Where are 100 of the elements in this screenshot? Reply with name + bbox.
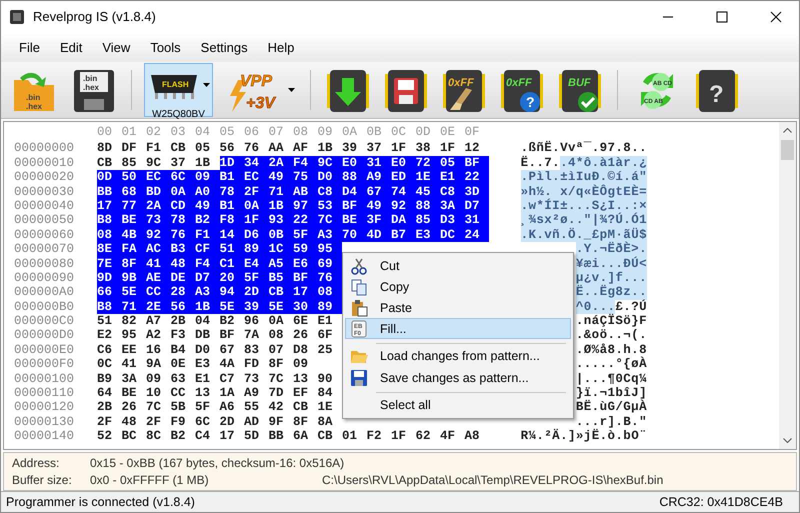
menu-item[interactable]: View [92,40,140,54]
hex-byte: 49 [268,170,293,185]
hex-byte: 49 [366,198,391,214]
hex-byte: 7D [268,386,285,400]
hex-byte: 51 [97,314,114,328]
hex-byte: 93 [268,213,293,228]
hex-byte: 78 [170,213,195,228]
hex-byte: 82 [122,314,138,328]
hex-byte: E6 [293,256,318,271]
scroll-down-icon[interactable] [783,438,792,443]
hex-byte: C7 [220,372,236,386]
toolbar-button[interactable]: .bin .hex [7,63,61,117]
hex-byte: 5D [244,429,260,444]
hex-byte: 0C [97,357,114,372]
hex-byte: 6E [293,314,310,328]
toolbar-button[interactable]: 0xFF ? [497,63,547,117]
hex-byte: 8C [146,429,162,444]
column-header: 0C [391,125,408,140]
scrollbar[interactable] [779,122,796,449]
buffer-size-label: Buffer size: [12,473,73,487]
hex-byte: 26 [293,328,310,343]
hex-byte: E4 [244,256,268,271]
hex-byte: 76 [244,141,260,156]
hex-byte: D8 [293,342,310,358]
toolbar-button[interactable]: ? [692,63,742,117]
menu-item[interactable]: Copy [345,276,571,297]
scroll-thumb[interactable] [781,140,794,160]
ascii-text: .....°{øÀ [576,357,647,372]
hex-byte: 1B [195,156,212,170]
menu-item[interactable]: Paste [345,297,571,318]
menu-item[interactable]: Cut [345,255,571,276]
row-address: 00000000 [14,141,76,156]
hex-byte: BD [146,184,170,199]
hex-byte: 74 [391,184,416,199]
hex-byte: 50 [122,170,146,185]
menu-item[interactable]: Tools [140,40,191,54]
hex-byte: 9D [97,270,122,286]
icon-label: +3V [246,95,275,112]
row-address: 000000D0 [14,328,76,343]
row-address: 00000030 [14,184,76,199]
icon-label: 0xFF [448,77,474,89]
hex-byte: 1F [391,429,408,444]
ascii-text: £.?Ú [615,300,647,314]
menu-item[interactable]: File [9,40,50,54]
hex-byte: 9C [146,156,162,170]
hex-byte: 30 [293,300,318,314]
toolbar-button[interactable]: .bin .hex [69,63,119,117]
scroll-up-icon[interactable] [783,128,792,133]
menu-item[interactable]: Save changes as pattern... [345,367,571,388]
ascii-text: .Ø%å8.h.8 [576,342,647,357]
ascii-text: BË.ùG/GµÀ [576,400,647,415]
menu-item[interactable]: Help [258,40,304,54]
hex-byte: 90 [318,372,334,386]
ascii-text: .Pìl.±ìIuÐ.©í.á" [520,170,647,185]
hex-byte: B3 [170,242,195,257]
hex-byte: 05 [195,141,212,156]
hex-byte: F8 [220,213,244,228]
copy-icon [350,278,368,296]
hex-byte: A5 [268,256,293,271]
hex-byte: A8 [464,429,481,444]
hex-byte: 8F [293,414,310,430]
hex-byte: 85 [122,156,138,170]
menu-item[interactable]: Edit [50,40,92,54]
ascii-text: ¥æi...ÐÚ< [576,256,647,271]
row-address: 000000B0 [14,300,76,314]
hex-byte: 2E [146,300,170,314]
toolbar-button[interactable]: BUF [555,63,605,117]
row-address: 000000A0 [14,285,76,300]
hex-byte: 95 [122,328,138,343]
column-header: 02 [146,125,162,140]
hex-byte: B9 [97,372,114,386]
hex-byte: 95 [318,242,342,257]
hex-byte: 55 [244,400,260,415]
hex-byte: 45 [416,184,440,199]
menu-item[interactable]: Settings [190,40,258,54]
hex-byte: 5F [293,228,318,242]
hex-byte: 67 [220,342,236,358]
hex-byte: CC [146,285,170,300]
ascii-text: Ë..Ëg8z.. [576,285,647,300]
hex-byte: A3 [318,228,342,242]
window-title: Revelprog IS (v1.8.4) [33,9,156,24]
hex-byte: 2F [244,184,268,199]
hex-byte: CC [170,386,187,400]
hex-byte: A0 [195,184,220,199]
hex-byte: CF [195,242,220,257]
ascii-text: Ë..7. [520,156,560,170]
hex-byte: E1 [440,170,464,185]
hex-byte: 07 [268,342,285,358]
ascii-text: .&oö..¬(. [576,328,647,343]
toolbar-button[interactable]: 0xFF [439,63,489,117]
hex-byte: 17 [220,429,236,444]
hex-byte: A6 [220,400,236,415]
hex-byte: CB [268,285,293,300]
hex-byte: F9 [170,414,187,430]
hex-byte: 1F [244,213,268,228]
hex-byte: C4 [195,429,212,444]
hex-byte: B2 [170,429,187,444]
toolbar-button[interactable]: FLASH W25Q80BV [144,63,213,117]
buffer-size-value: 0x0 - 0xFFFFF (1 MB) [90,473,210,487]
hex-byte: 05 [440,156,464,170]
